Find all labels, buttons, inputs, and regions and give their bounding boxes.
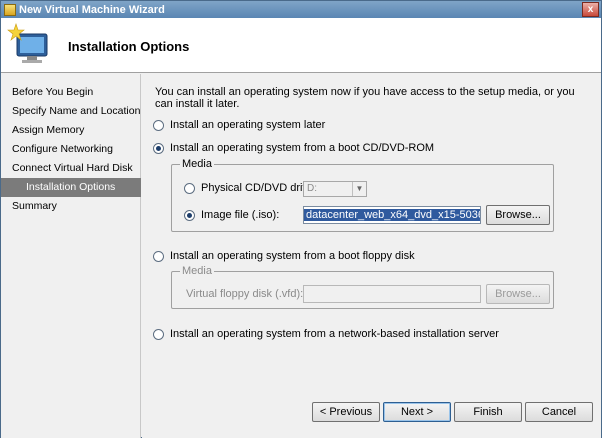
title-bar[interactable]: New Virtual Machine Wizard x [1, 1, 601, 18]
vfd-label: Virtual floppy disk (.vfd): [186, 288, 304, 300]
step-specify-name-location[interactable]: Specify Name and Location [1, 102, 141, 121]
physical-drive-radio[interactable]: Physical CD/DVD drive: [184, 182, 317, 194]
install-from-network-label: Install an operating system from a netwo… [170, 328, 499, 340]
next-button[interactable]: Next > [383, 402, 451, 422]
wizard-icon [4, 3, 16, 16]
install-from-network-radio[interactable]: Install an operating system from a netwo… [153, 328, 499, 340]
step-before-you-begin[interactable]: Before You Begin [1, 83, 141, 102]
install-from-floppy-radio[interactable]: Install an operating system from a boot … [153, 250, 415, 262]
chevron-down-icon[interactable]: ▼ [352, 182, 366, 196]
image-file-radio[interactable]: Image file (.iso): [184, 209, 279, 221]
physical-drive-label: Physical CD/DVD drive: [201, 182, 318, 194]
close-button[interactable]: x [582, 2, 599, 17]
radio-indicator [153, 142, 164, 154]
install-later-label: Install an operating system later [170, 119, 326, 131]
page-title: Installation Options [68, 39, 190, 54]
vfd-browse-button[interactable]: Browse... [486, 284, 550, 304]
step-configure-networking[interactable]: Configure Networking [1, 140, 141, 159]
step-summary[interactable]: Summary [1, 197, 141, 216]
finish-button[interactable]: Finish [454, 402, 522, 422]
cancel-button[interactable]: Cancel [525, 402, 593, 422]
image-browse-button[interactable]: Browse... [486, 205, 550, 225]
image-file-input[interactable]: datacenter_web_x64_dvd_x15-50365.iso [303, 206, 481, 224]
image-file-label: Image file (.iso): [201, 209, 280, 221]
radio-indicator [153, 250, 164, 262]
radio-indicator [153, 328, 164, 340]
cd-media-group-label: Media [180, 158, 214, 170]
install-from-cd-radio[interactable]: Install an operating system from a boot … [153, 142, 434, 154]
install-from-cd-label: Install an operating system from a boot … [170, 142, 435, 154]
window-title: New Virtual Machine Wizard [19, 3, 165, 16]
image-file-value: datacenter_web_x64_dvd_x15-50365.iso [304, 209, 480, 221]
step-connect-virtual-hard-disk[interactable]: Connect Virtual Hard Disk [1, 159, 141, 178]
virtual-machine-icon [7, 23, 48, 63]
drive-value: D: [307, 183, 317, 194]
radio-indicator [153, 119, 164, 131]
floppy-media-group-label: Media [180, 265, 214, 277]
floppy-media-group: Media Virtual floppy disk (.vfd): Browse… [171, 265, 554, 309]
install-from-floppy-label: Install an operating system from a boot … [170, 250, 415, 262]
physical-drive-select[interactable]: D: ▼ [303, 181, 367, 197]
radio-indicator [184, 209, 195, 221]
vfd-input[interactable] [303, 285, 481, 303]
wizard-header: Installation Options [1, 18, 601, 73]
wizard-window: New Virtual Machine Wizard x Installatio… [0, 0, 602, 438]
step-installation-options[interactable]: Installation Options [1, 178, 141, 197]
step-assign-memory[interactable]: Assign Memory [1, 121, 141, 140]
wizard-steps-sidebar: Before You Begin Specify Name and Locati… [1, 74, 141, 438]
cd-media-group: Media Physical CD/DVD drive: D: ▼ Image … [171, 158, 554, 232]
install-later-radio[interactable]: Install an operating system later [153, 119, 325, 131]
main-panel: You can install an operating system now … [142, 74, 601, 438]
radio-indicator [184, 182, 195, 194]
previous-button[interactable]: < Previous [312, 402, 380, 422]
intro-text: You can install an operating system now … [155, 86, 575, 110]
